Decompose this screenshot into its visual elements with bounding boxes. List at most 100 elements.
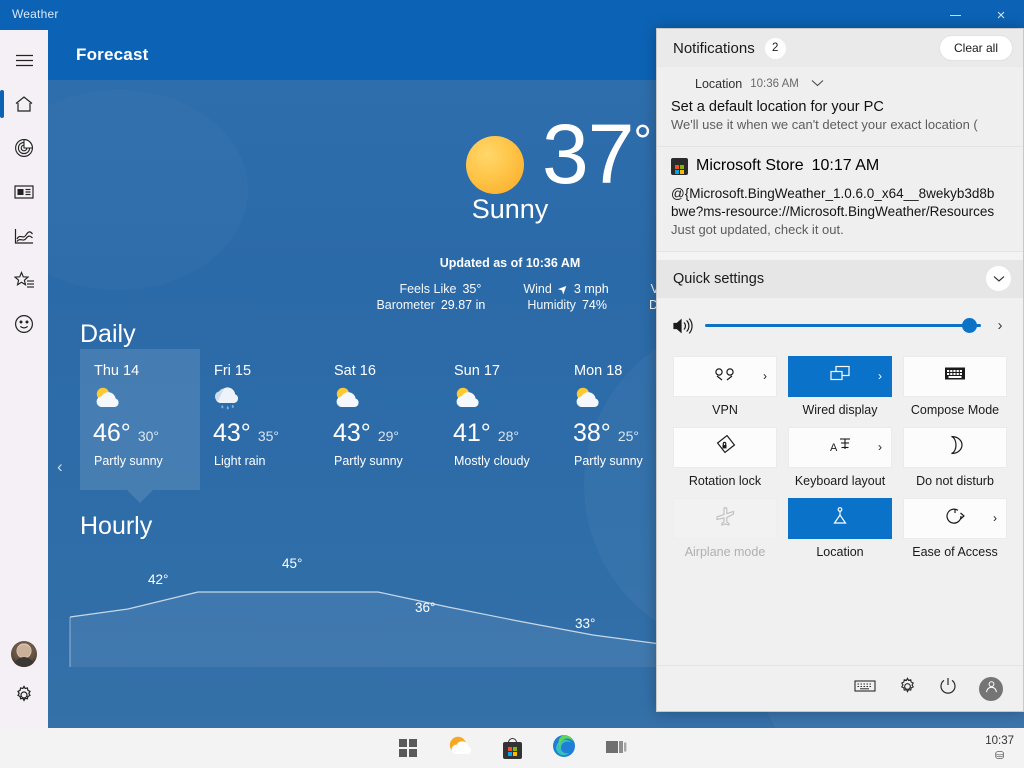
quick-tile-wired-display[interactable]: › — [788, 355, 892, 397]
daily-description: Light rain — [214, 454, 266, 468]
notification-body: We'll use it when we can't detect your e… — [671, 117, 978, 132]
volume-icon — [673, 317, 693, 334]
metric-label: Wind — [523, 282, 552, 296]
notification-header: Location 10:36 AM — [671, 77, 1009, 91]
chart-label: 42° — [148, 572, 169, 587]
daily-description: Partly sunny — [334, 454, 403, 468]
daily-card[interactable]: Thu 14 46° 30° Partly sunny — [80, 349, 200, 490]
metric-feels-like: Feels Like 35° — [399, 282, 481, 296]
quick-tile-location[interactable] — [788, 497, 892, 539]
sidebar-item-historical[interactable] — [0, 214, 48, 258]
tile-cell-vpn: › VPN — [673, 355, 777, 417]
chevron-right-icon[interactable]: › — [878, 440, 882, 454]
daily-high: 43° — [333, 419, 371, 447]
settings-button[interactable] — [14, 685, 34, 710]
start-button[interactable] — [395, 735, 421, 761]
news-icon — [14, 184, 34, 200]
notifications-header: Notifications 2 Clear all — [657, 29, 1023, 67]
quick-tile-label: Keyboard layout — [794, 473, 886, 488]
tile-cell-wired-display: › Wired display — [788, 355, 892, 417]
chevron-right-icon[interactable]: › — [993, 511, 997, 525]
volume-slider[interactable] — [705, 318, 981, 334]
quick-tile-ease-of-access[interactable]: › — [903, 497, 1007, 539]
hamburger-menu-button[interactable] — [0, 38, 48, 82]
chevron-right-icon[interactable]: › — [763, 369, 767, 383]
clear-all-button[interactable]: Clear all — [938, 35, 1013, 61]
notification-item-location[interactable]: Location 10:36 AM Set a default location… — [657, 67, 1023, 147]
quick-tile-compose-mode[interactable] — [903, 355, 1007, 397]
sidebar-item-news[interactable] — [0, 170, 48, 214]
compose-mode-icon — [944, 366, 966, 386]
chevron-right-icon[interactable]: › — [878, 369, 882, 383]
taskbar-microsoft-store[interactable] — [499, 735, 525, 761]
daily-day: Thu 14 — [94, 363, 140, 379]
sidebar-item-home[interactable] — [0, 82, 48, 126]
notifications-title: Notifications — [673, 39, 755, 57]
taskbar-weather-app[interactable] — [447, 735, 473, 761]
task-view-icon — [605, 737, 627, 760]
sidebar-item-feedback[interactable] — [0, 302, 48, 346]
quick-tile-label: VPN — [712, 402, 738, 417]
sidebar-item-maps[interactable] — [0, 126, 48, 170]
home-icon — [14, 95, 34, 113]
collapse-button[interactable] — [986, 266, 1011, 292]
tile-cell-rotation-lock: Rotation lock — [673, 426, 777, 488]
avatar[interactable] — [11, 641, 37, 667]
daily-low: 35° — [257, 428, 279, 444]
daily-card[interactable]: Fri 15 43° 35° Light rain — [200, 349, 320, 490]
gear-icon — [898, 676, 917, 701]
chart-icon — [14, 228, 34, 245]
store-icon — [502, 737, 522, 759]
quick-settings-body: › › VPN › Wired display Compose Mode Rot… — [657, 298, 1023, 559]
notification-item-store[interactable]: Microsoft Store 10:17 AM @{Microsoft.Bin… — [657, 147, 1023, 252]
slider-thumb[interactable] — [962, 318, 977, 334]
quick-tile-vpn[interactable]: › — [673, 355, 777, 397]
power-icon — [939, 677, 957, 700]
daily-day: Fri 15 — [214, 363, 252, 379]
chevron-down-icon[interactable] — [811, 78, 824, 90]
current-temperature: 37° — [542, 112, 652, 196]
quick-settings-title: Quick settings — [673, 270, 765, 287]
metric-humidity: Humidity 74% — [527, 298, 607, 312]
volume-expand-button[interactable]: › — [993, 317, 1007, 334]
user-account-button[interactable] — [979, 676, 1003, 701]
daily-low: 28° — [497, 428, 519, 444]
daily-prev-button[interactable]: ‹ — [57, 457, 63, 477]
metric-barometer: Barometer 29.87 in — [376, 298, 485, 312]
taskbar-clock[interactable]: 10:37 — [985, 735, 1014, 748]
power-button[interactable] — [939, 677, 957, 700]
quick-settings-footer — [657, 665, 1023, 711]
daily-low: 25° — [617, 428, 639, 444]
notification-message-line2: bwe?ms-resource://Microsoft.BingWeather/… — [671, 203, 995, 219]
quick-tile-rotation-lock[interactable] — [673, 426, 777, 468]
tile-cell-do-not-disturb: Do not disturb — [903, 426, 1007, 488]
partly-sunny-icon — [320, 379, 440, 419]
weather-sun-cloud-icon — [448, 735, 472, 762]
close-button[interactable]: × — [978, 0, 1024, 30]
all-settings-button[interactable] — [898, 676, 917, 701]
taskbar: 10:37 ⛁ — [0, 728, 1024, 768]
taskbar-microsoft-edge[interactable] — [551, 734, 577, 761]
tile-cell-keyboard-layout: A › Keyboard layout — [788, 426, 892, 488]
quick-tile-do-not-disturb[interactable] — [903, 426, 1007, 468]
tray-icon[interactable]: ⛁ — [995, 749, 1004, 762]
metric-value: 35° — [462, 282, 482, 296]
notification-time: 10:36 AM — [750, 78, 799, 90]
partly-sunny-icon — [80, 379, 200, 419]
daily-card[interactable]: Sun 17 41° 28° Mostly cloudy — [440, 349, 560, 490]
system-tray[interactable]: 10:37 ⛁ — [985, 735, 1014, 762]
notification-message-line1: @{Microsoft.BingWeather_1.0.6.0_x64__8we… — [671, 186, 995, 201]
degree-symbol: ° — [633, 115, 651, 167]
daily-temps: 41° 28° — [440, 419, 560, 448]
daily-card[interactable]: Sat 16 43° 29° Partly sunny — [320, 349, 440, 490]
sidebar-item-favorites[interactable] — [0, 258, 48, 302]
chart-label: 36° — [415, 600, 436, 615]
daily-low: 30° — [137, 428, 159, 444]
minimize-button[interactable] — [932, 0, 978, 30]
page-title: Forecast — [76, 45, 149, 64]
quick-tile-keyboard-layout[interactable]: A › — [788, 426, 892, 468]
windows-logo-icon — [399, 739, 417, 757]
quick-tile-airplane-mode[interactable] — [673, 497, 777, 539]
taskbar-task-view[interactable] — [603, 735, 629, 761]
on-screen-keyboard-button[interactable] — [854, 679, 876, 698]
